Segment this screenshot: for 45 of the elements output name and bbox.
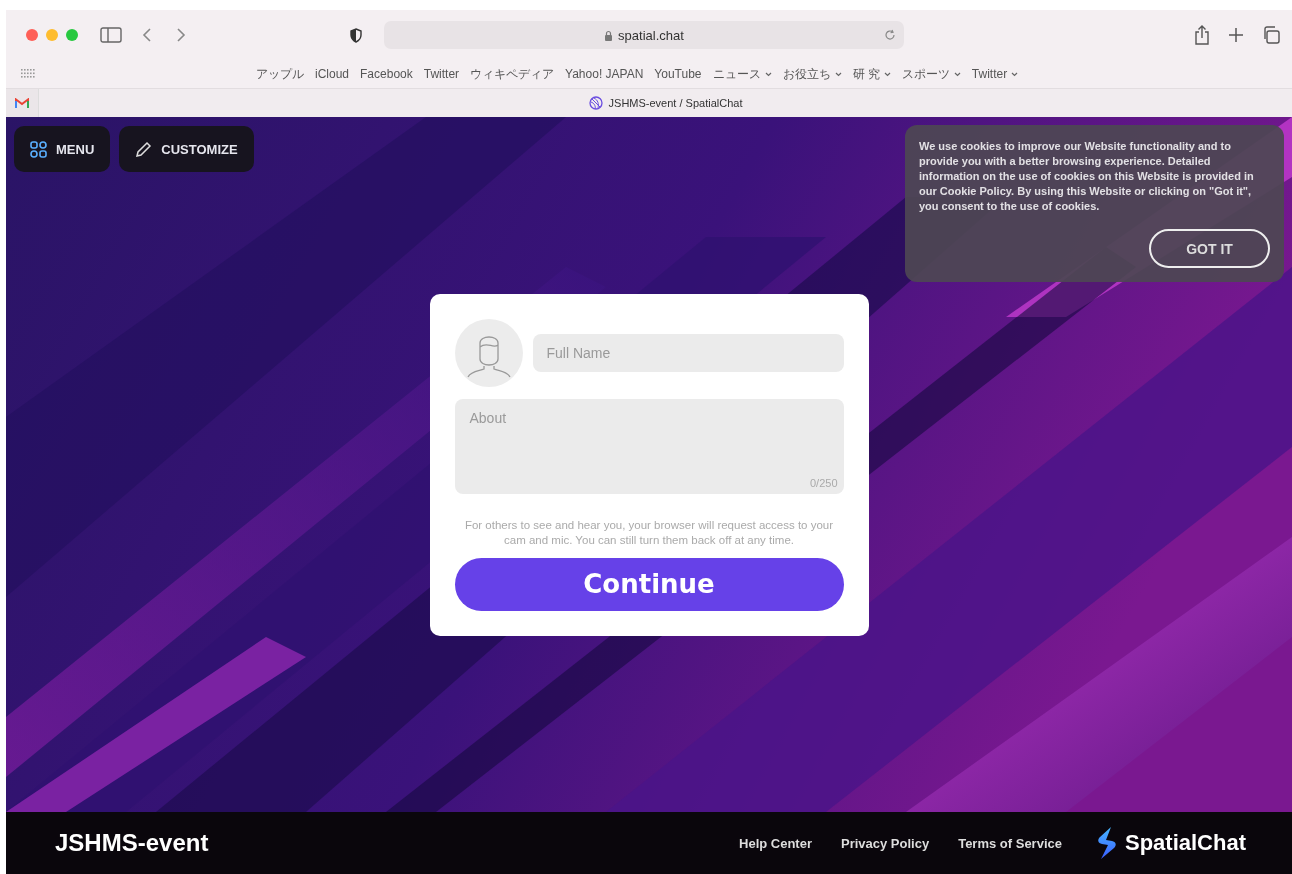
site-icon [588,96,603,110]
close-icon[interactable] [26,29,38,41]
address-text: spatial.chat [618,27,684,43]
lock-icon [604,29,614,41]
footer-link[interactable]: Privacy Policy [841,835,930,851]
bookmark[interactable]: Yahoo! JAPAN [565,67,644,81]
bookmark[interactable]: スポーツ [901,65,961,83]
bookmark[interactable]: アップル [256,65,304,83]
cookie-text: We use cookies to improve our Website functionality and to provide you with a better browsing experience. Detailed information on the use of cookies on this Website is provided in our Cookie Policy. By using this Website or clicking on "Got it", you consent to the use of cookies. [919,139,1255,214]
brand-logo[interactable]: SpatialChat [1096,827,1246,859]
bookmark[interactable]: ウィキペディア [470,65,555,83]
bookmark[interactable]: iCloud [315,67,350,81]
bookmark[interactable]: 研 究 [852,65,891,83]
bookmark[interactable]: Twitter [423,67,460,81]
footer-link[interactable]: Terms of Service [958,835,1062,851]
shield-icon[interactable] [350,27,362,43]
pinned-tab[interactable] [6,89,39,117]
forward-icon[interactable] [176,27,186,43]
got-it-button[interactable]: GOT IT [1149,229,1270,268]
address-bar[interactable]: spatial.chat [384,21,904,49]
bookmark[interactable]: ニュース [712,65,772,83]
zoom-icon[interactable] [66,29,78,41]
bookmark[interactable]: お役立ち [782,65,842,83]
footer-link[interactable]: Help Center [739,835,812,851]
menu-button[interactable]: MENU [14,126,111,172]
permission-notice: For others to see and hear you, your browser will request access to your cam and mic. You can still turn them back off at any time. [463,517,835,548]
continue-button[interactable]: Continue [454,557,844,611]
character-counter: 0/250 [809,476,838,489]
bookmark[interactable]: Twitter [971,67,1019,81]
grid-icon[interactable] [21,69,35,79]
pencil-icon [135,140,153,158]
event-name: JSHMS-event [55,829,209,857]
share-icon[interactable] [1194,25,1210,45]
new-tab-icon[interactable] [1228,27,1244,43]
bookmark[interactable]: Facebook [360,67,413,81]
back-icon[interactable] [142,27,152,43]
bookmark[interactable]: YouTube [654,67,702,81]
mail-icon [15,98,29,108]
tabs-overview-icon[interactable] [1262,26,1280,44]
menu-icon [30,140,47,158]
customize-button[interactable]: CUSTOMIZE [119,126,254,172]
reload-icon[interactable] [884,29,896,41]
full-name-field[interactable]: Full Name [532,333,844,372]
sidebar-icon[interactable] [100,27,122,43]
avatar-icon[interactable] [454,318,523,387]
